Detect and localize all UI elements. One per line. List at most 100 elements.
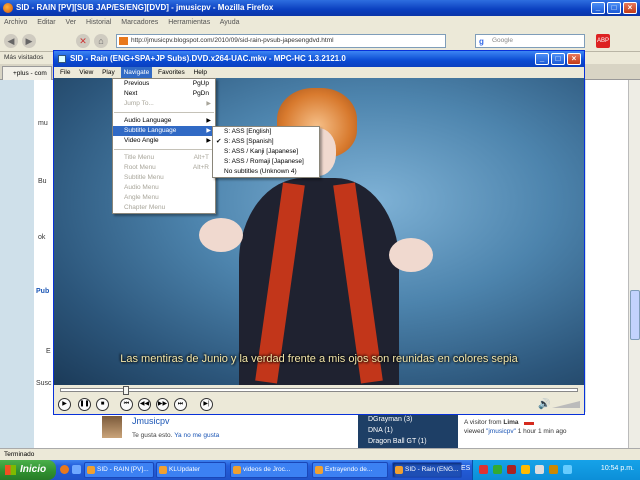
menu-separator xyxy=(114,149,214,150)
visitor-link[interactable]: "jmusicpv" xyxy=(486,428,516,435)
visitor-time: 1 hour 1 min ago xyxy=(517,428,567,435)
list-item[interactable]: Dragon Ball GT (1) xyxy=(368,436,458,447)
taskbar-button[interactable]: SID - RAIN [PV]... xyxy=(84,462,154,478)
subtitle-menu-item[interactable]: S: ASS / Romaji [Japanese] xyxy=(213,157,319,167)
page-label: mu xyxy=(38,120,48,127)
tray-app-icon[interactable] xyxy=(549,465,558,474)
navigate-menu-item-label: Subtitle Language xyxy=(124,127,177,134)
show-desktop-icon[interactable] xyxy=(72,465,81,474)
blog-comment-area: Jmusicpv Te gusta esto. Ya no me gusta D… xyxy=(58,412,586,448)
subtitle-menu-item[interactable]: S: ASS [English] xyxy=(213,127,319,137)
start-label: Inicio xyxy=(20,464,47,475)
home-icon[interactable]: ⌂ xyxy=(94,34,108,48)
play-icon[interactable]: ▶ xyxy=(58,398,71,411)
taskbar-button[interactable]: Extrayendo de... xyxy=(312,462,388,478)
adblock-icon[interactable]: ABP xyxy=(596,34,610,48)
menu-shortcut: Alt+T xyxy=(193,154,209,161)
clock[interactable]: 10:54 p.m. xyxy=(601,465,634,472)
tray-app-icon[interactable] xyxy=(479,465,488,474)
tray-app-icon[interactable] xyxy=(535,465,544,474)
navigate-menu-item[interactable]: Next PgDn xyxy=(113,89,215,99)
maximize-button[interactable]: □ xyxy=(607,2,621,14)
list-item[interactable]: DGrayman (3) xyxy=(368,414,458,425)
navigate-menu-item-label: Previous xyxy=(124,80,150,87)
back-icon[interactable]: ◀ xyxy=(4,34,18,48)
page-scrollbar[interactable] xyxy=(628,80,640,448)
seek-thumb[interactable] xyxy=(123,386,129,395)
tab-plus-com[interactable]: +plus - com xyxy=(2,66,52,80)
navigate-menu-item-label: Audio Menu xyxy=(124,184,159,191)
pause-icon[interactable]: ❚❚ xyxy=(78,398,91,411)
page-label: ok xyxy=(38,234,46,241)
taskbar-button-label: SID - Rain (ENG... xyxy=(405,466,459,473)
status-bar: Terminado xyxy=(0,448,640,460)
taskbar-button[interactable]: videos de Jroc... xyxy=(230,462,308,478)
subtitle-menu-item-label: S: ASS / Romaji [Japanese] xyxy=(224,158,304,165)
tray-app-icon[interactable] xyxy=(521,465,530,474)
mpc-menu-view[interactable]: View xyxy=(76,67,96,78)
taskbar-button-label: SID - RAIN [PV]... xyxy=(97,466,149,473)
navigate-menu-item[interactable]: Video Angle ▶ xyxy=(113,136,215,146)
navigate-menu: Previous PgUp Next PgDn Jump To... ▶ Audio Lan… xyxy=(112,78,216,214)
close-button[interactable]: × xyxy=(623,2,637,14)
taskbar-button[interactable]: SID - Rain (ENG... xyxy=(392,462,462,478)
subtitle-menu-item[interactable]: ✔ S: ASS [Spanish] xyxy=(213,137,319,147)
stop-icon[interactable]: ✕ xyxy=(76,34,90,48)
taskbar-app-icon xyxy=(233,466,241,474)
minimize-button[interactable]: _ xyxy=(591,2,605,14)
firefox-window-title: SID - RAIN [PV][SUB JAP/ES/ENG][DVD] - j… xyxy=(16,3,274,12)
subtitle-menu-item[interactable]: S: ASS / Kanji [Japanese] xyxy=(213,147,319,157)
mpc-window-title: SID - Rain (ENG+SPA+JP Subs).DVD.x264-UA… xyxy=(70,54,346,63)
navigate-menu-item[interactable]: Previous PgUp xyxy=(113,79,215,89)
start-button[interactable]: Inicio xyxy=(0,460,56,480)
rewind-icon[interactable]: ◀◀ xyxy=(138,398,151,411)
taskbar-button-label: KLUpdater xyxy=(169,466,201,473)
mpc-close-button[interactable]: × xyxy=(567,53,581,65)
navigate-menu-item[interactable]: Audio Language ▶ xyxy=(113,116,215,126)
navigate-menu-item: Jump To... ▶ xyxy=(113,99,215,109)
tray-app-icon[interactable] xyxy=(507,465,516,474)
skip-forward-icon[interactable]: ⏭ xyxy=(174,398,187,411)
menu-ayuda[interactable]: Ayuda xyxy=(220,19,240,26)
taskbar-app-icon xyxy=(87,466,95,474)
mpc-menu-play[interactable]: Play xyxy=(99,67,118,78)
tab-label: +plus - com xyxy=(13,70,47,77)
mpc-menu-favorites[interactable]: Favorites xyxy=(155,67,188,78)
search-input[interactable]: g Google xyxy=(475,34,585,48)
menu-historial[interactable]: Historial xyxy=(86,19,111,26)
frame-step-icon[interactable]: ▶| xyxy=(200,398,213,411)
menu-editar[interactable]: Editar xyxy=(37,19,55,26)
tray-app-icon[interactable] xyxy=(493,465,502,474)
visitor-feed: A visitor from Lima viewed "jmusicpv" 1 … xyxy=(464,418,567,436)
skip-back-icon[interactable]: ⏮ xyxy=(120,398,133,411)
subtitle-menu-item[interactable]: No subtitles (Unknown 4) xyxy=(213,167,319,177)
mpc-menu-help[interactable]: Help xyxy=(191,67,210,78)
bookmark-most-visited[interactable]: Más visitados xyxy=(4,54,43,61)
mpc-minimize-button[interactable]: _ xyxy=(535,53,549,65)
forward-icon[interactable]: ▶ xyxy=(22,34,36,48)
navigate-menu-item[interactable]: Subtitle Language ▶ xyxy=(113,126,215,136)
list-item[interactable]: DNA (1) xyxy=(368,425,458,436)
menu-ver[interactable]: Ver xyxy=(66,19,77,26)
navigate-menu-item: Angle Menu xyxy=(113,193,215,203)
stop-icon[interactable]: ■ xyxy=(96,398,109,411)
mpc-menu-file[interactable]: File xyxy=(57,67,73,78)
mpc-menu-navigate[interactable]: Navigate xyxy=(120,67,153,78)
scrollbar-thumb[interactable] xyxy=(630,290,640,340)
volume-slider[interactable] xyxy=(552,401,580,408)
menu-herramientas[interactable]: Herramientas xyxy=(168,19,210,26)
fast-forward-icon[interactable]: ▶▶ xyxy=(156,398,169,411)
firefox-quicklaunch-icon[interactable] xyxy=(60,465,69,474)
unlike-link[interactable]: Ya no me gusta xyxy=(174,432,219,439)
address-bar[interactable]: http://jmusicpv.blogspot.com/2010/09/sid… xyxy=(116,34,446,48)
mpc-maximize-button[interactable]: □ xyxy=(551,53,565,65)
menu-archivo[interactable]: Archivo xyxy=(4,19,27,26)
language-indicator[interactable]: ES xyxy=(461,465,470,472)
comment-username[interactable]: Jmusicpv xyxy=(132,416,170,426)
seek-bar[interactable] xyxy=(60,386,578,395)
menu-separator xyxy=(114,112,214,113)
taskbar-button[interactable]: KLUpdater xyxy=(156,462,226,478)
menu-marcadores[interactable]: Marcadores xyxy=(121,19,158,26)
speaker-icon[interactable]: 🔊 xyxy=(538,399,550,410)
speaker-tray-icon[interactable] xyxy=(563,465,572,474)
